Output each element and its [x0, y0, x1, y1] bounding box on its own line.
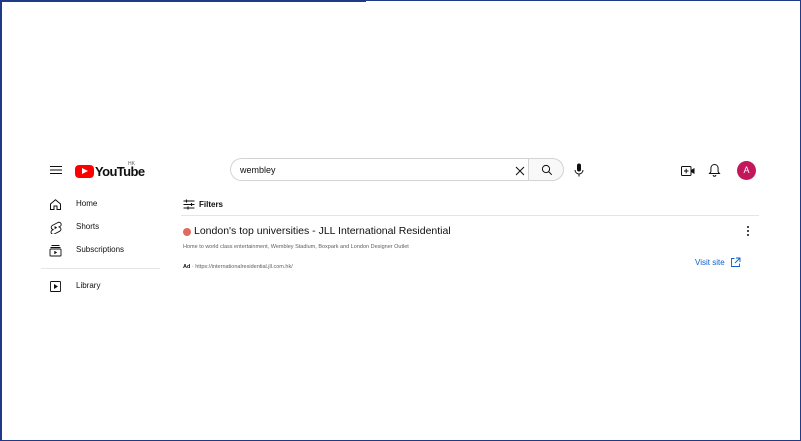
sidebar-item-subscriptions[interactable]: Subscriptions [49, 242, 159, 258]
advertiser-icon [183, 228, 191, 236]
sidebar-item-library[interactable]: Library [49, 278, 159, 294]
external-link-icon [731, 257, 741, 267]
sidebar-item-label: Shorts [76, 222, 100, 231]
filter-icon [183, 199, 195, 210]
bell-icon[interactable] [708, 163, 721, 177]
visit-site-label: Visit site [695, 258, 725, 267]
ad-meta: Ad · https://internationalresidential.jl… [183, 264, 293, 270]
create-video-icon[interactable] [681, 164, 695, 176]
library-icon [50, 281, 61, 292]
hamburger-menu-icon[interactable] [49, 163, 63, 177]
content-divider [181, 215, 759, 216]
more-options-icon[interactable] [744, 224, 752, 236]
search-box [230, 158, 528, 181]
close-icon[interactable] [514, 164, 526, 176]
search-icon [541, 164, 553, 176]
region-code: HK [128, 161, 135, 167]
sidebar-item-shorts[interactable]: Shorts [49, 219, 159, 235]
sidebar-item-label: Library [76, 281, 101, 290]
search-input[interactable] [240, 163, 502, 177]
youtube-play-icon [75, 164, 94, 178]
logo-text: YouTube [95, 163, 145, 179]
sidebar-divider [41, 268, 160, 269]
ad-description: Home to world class entertainment, Wembl… [183, 244, 409, 250]
shorts-icon [50, 221, 62, 234]
sidebar-item-label: Home [76, 199, 98, 208]
home-icon [50, 199, 61, 210]
avatar[interactable]: A [737, 161, 756, 180]
ad-url[interactable]: https://internationalresidential.jll.com… [195, 264, 293, 270]
window-top-edge [0, 0, 366, 2]
subscriptions-icon [49, 245, 62, 257]
ad-title: London's top universities - JLL Internat… [194, 225, 451, 237]
sidebar-item-label: Subscriptions [76, 245, 125, 254]
search-button[interactable] [528, 158, 564, 181]
microphone-icon[interactable] [572, 162, 586, 178]
sidebar-item-home[interactable]: Home [49, 196, 159, 212]
filters-label: Filters [199, 200, 224, 209]
visit-site-button[interactable]: Visit site [685, 252, 747, 274]
